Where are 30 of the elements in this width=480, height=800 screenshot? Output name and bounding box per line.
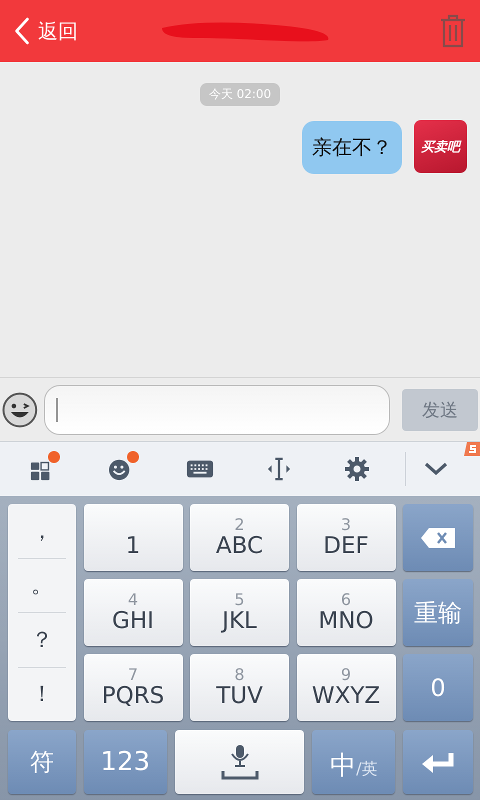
symbol-key[interactable]: 。 [18, 558, 66, 613]
key[interactable]: 2 ABC [190, 504, 289, 571]
smiley-icon[interactable] [2, 392, 38, 428]
message-input-field[interactable] [44, 384, 390, 434]
timestamp: 今天 02:00 [200, 83, 280, 106]
symbol-key[interactable]: ？ [18, 613, 66, 668]
key[interactable]: 7 PQRS [84, 654, 182, 721]
microphone-icon [220, 744, 260, 780]
key[interactable]: 3 DEF [296, 504, 396, 571]
chevron-left-icon [14, 17, 30, 45]
space-key[interactable] [174, 730, 304, 794]
key[interactable]: 8 TUV [190, 654, 289, 721]
logo-icon [464, 442, 480, 456]
symbol-key[interactable]: ！ [18, 668, 66, 721]
key[interactable]: 1 [84, 504, 182, 571]
key[interactable]: 6 MNO [296, 579, 396, 646]
key[interactable]: 4 GHI [84, 579, 182, 646]
message-bubble: 亲在不？ [302, 121, 402, 174]
key[interactable]: 9 WXYZ [296, 654, 396, 721]
chevron-down-icon[interactable] [424, 462, 448, 476]
enter-key[interactable] [403, 730, 474, 794]
back-button[interactable]: 返回 [14, 17, 78, 45]
avatar-text: 买卖吧 [421, 138, 460, 156]
symbol-key[interactable]: ， [18, 504, 66, 558]
backspace-key[interactable] [403, 504, 473, 571]
enter-icon [421, 751, 456, 773]
key[interactable]: 5 JKL [190, 579, 289, 646]
backspace-icon [420, 526, 456, 548]
cursor-icon[interactable] [265, 457, 293, 481]
settings-icon[interactable] [344, 456, 370, 482]
